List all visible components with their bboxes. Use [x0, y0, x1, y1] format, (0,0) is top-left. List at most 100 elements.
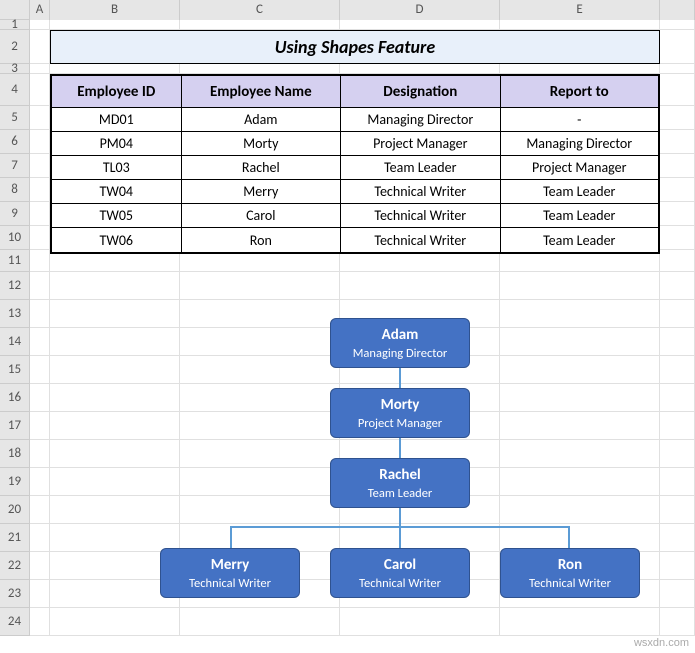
sheet-cell[interactable]: [30, 226, 50, 250]
table-row[interactable]: MD01AdamManaging Director-: [52, 108, 658, 132]
cell-desig[interactable]: Managing Director: [341, 108, 500, 131]
org-node[interactable]: Adam Managing Director: [330, 318, 470, 368]
table-row[interactable]: TW05CarolTechnical WriterTeam Leader: [52, 204, 658, 228]
col-header-d[interactable]: D: [340, 0, 500, 20]
cell-id[interactable]: MD01: [52, 108, 182, 131]
sheet-cell[interactable]: [50, 20, 180, 30]
row-header[interactable]: 21: [0, 524, 30, 552]
sheet-cell[interactable]: [30, 106, 50, 130]
sheet-cell[interactable]: [30, 412, 50, 440]
sheet-cell[interactable]: [180, 272, 340, 300]
cell-name[interactable]: Merry: [182, 180, 341, 203]
cell-name[interactable]: Morty: [182, 132, 341, 155]
cell-id[interactable]: TW06: [52, 228, 182, 252]
table-header-report-to[interactable]: Report to: [501, 76, 658, 107]
row-header[interactable]: 20: [0, 496, 30, 524]
row-header[interactable]: 13: [0, 300, 30, 328]
cell-report[interactable]: Team Leader: [501, 204, 658, 227]
table-header-designation[interactable]: Designation: [341, 76, 500, 107]
org-node[interactable]: Carol Technical Writer: [330, 548, 470, 598]
row-header[interactable]: 17: [0, 412, 30, 440]
sheet-cell[interactable]: [660, 250, 695, 272]
row-header[interactable]: 6: [0, 130, 30, 154]
col-header-c[interactable]: C: [180, 0, 340, 20]
sheet-cell[interactable]: [30, 356, 50, 384]
cell-report[interactable]: Project Manager: [501, 156, 658, 179]
sheet-cell[interactable]: [180, 64, 340, 74]
sheet-cell[interactable]: [30, 178, 50, 202]
sheet-cell[interactable]: [30, 384, 50, 412]
row-header[interactable]: 5: [0, 106, 30, 130]
sheet-cell[interactable]: [340, 64, 500, 74]
sheet-cell[interactable]: [660, 30, 695, 64]
row-header[interactable]: 3: [0, 64, 30, 74]
sheet-cell[interactable]: [660, 130, 695, 154]
cell-report[interactable]: Team Leader: [501, 228, 658, 252]
row-header[interactable]: 22: [0, 552, 30, 580]
row-header[interactable]: 14: [0, 328, 30, 356]
cell-id[interactable]: TW04: [52, 180, 182, 203]
row-header[interactable]: 23: [0, 580, 30, 608]
cell-desig[interactable]: Technical Writer: [341, 180, 500, 203]
table-header-employee-name[interactable]: Employee Name: [182, 76, 341, 107]
sheet-cell[interactable]: [30, 524, 50, 552]
sheet-cell[interactable]: [30, 580, 50, 608]
sheet-cell[interactable]: [500, 272, 660, 300]
col-header-a[interactable]: A: [30, 0, 50, 20]
cell-name[interactable]: Ron: [182, 228, 341, 252]
table-header-employee-id[interactable]: Employee ID: [52, 76, 182, 107]
org-node[interactable]: Morty Project Manager: [330, 388, 470, 438]
sheet-cell[interactable]: [660, 74, 695, 106]
cell-id[interactable]: TL03: [52, 156, 182, 179]
row-header[interactable]: 12: [0, 272, 30, 300]
col-header-f[interactable]: [660, 0, 695, 20]
sheet-cell[interactable]: [30, 468, 50, 496]
sheet-cell[interactable]: [30, 130, 50, 154]
org-node[interactable]: Merry Technical Writer: [160, 548, 300, 598]
cell-report[interactable]: Team Leader: [501, 180, 658, 203]
row-header[interactable]: 7: [0, 154, 30, 178]
sheet-cell[interactable]: [30, 250, 50, 272]
row-header[interactable]: 1: [0, 20, 30, 30]
cell-desig[interactable]: Project Manager: [341, 132, 500, 155]
col-header-e[interactable]: E: [500, 0, 660, 20]
sheet-cell[interactable]: [660, 202, 695, 226]
row-header[interactable]: 8: [0, 178, 30, 202]
table-row[interactable]: TL03RachelTeam LeaderProject Manager: [52, 156, 658, 180]
row-header[interactable]: 19: [0, 468, 30, 496]
cell-desig[interactable]: Technical Writer: [341, 228, 500, 252]
org-node[interactable]: Rachel Team Leader: [330, 458, 470, 508]
table-row[interactable]: PM04MortyProject ManagerManaging Directo…: [52, 132, 658, 156]
sheet-cell[interactable]: [500, 20, 660, 30]
cell-id[interactable]: PM04: [52, 132, 182, 155]
sheet-cell[interactable]: [660, 272, 695, 300]
row-header[interactable]: 15: [0, 356, 30, 384]
sheet-cell[interactable]: [30, 552, 50, 580]
sheet-cell[interactable]: [50, 272, 180, 300]
cell-report[interactable]: Managing Director: [501, 132, 658, 155]
sheet-cell[interactable]: [340, 272, 500, 300]
cell-report[interactable]: -: [501, 108, 658, 131]
sheet-cell[interactable]: [660, 20, 695, 30]
sheet-cell[interactable]: [30, 74, 50, 106]
cell-name[interactable]: Adam: [182, 108, 341, 131]
sheet-cell[interactable]: [340, 20, 500, 30]
row-header[interactable]: 16: [0, 384, 30, 412]
col-header-b[interactable]: B: [50, 0, 180, 20]
sheet-cell[interactable]: [660, 226, 695, 250]
sheet-cell[interactable]: [30, 64, 50, 74]
sheet-cell[interactable]: [660, 64, 695, 74]
sheet-cell[interactable]: [660, 154, 695, 178]
cell-desig[interactable]: Team Leader: [341, 156, 500, 179]
sheet-cell[interactable]: [500, 64, 660, 74]
cell-id[interactable]: TW05: [52, 204, 182, 227]
sheet-cell[interactable]: [50, 64, 180, 74]
sheet-cell[interactable]: [660, 178, 695, 202]
sheet-cell[interactable]: [30, 20, 50, 30]
sheet-cell[interactable]: [30, 300, 50, 328]
cell-desig[interactable]: Technical Writer: [341, 204, 500, 227]
org-chart[interactable]: Adam Managing Director Morty Project Man…: [50, 318, 680, 638]
row-header[interactable]: 24: [0, 608, 30, 636]
sheet-cell[interactable]: [30, 30, 50, 64]
sheet-cell[interactable]: [30, 440, 50, 468]
